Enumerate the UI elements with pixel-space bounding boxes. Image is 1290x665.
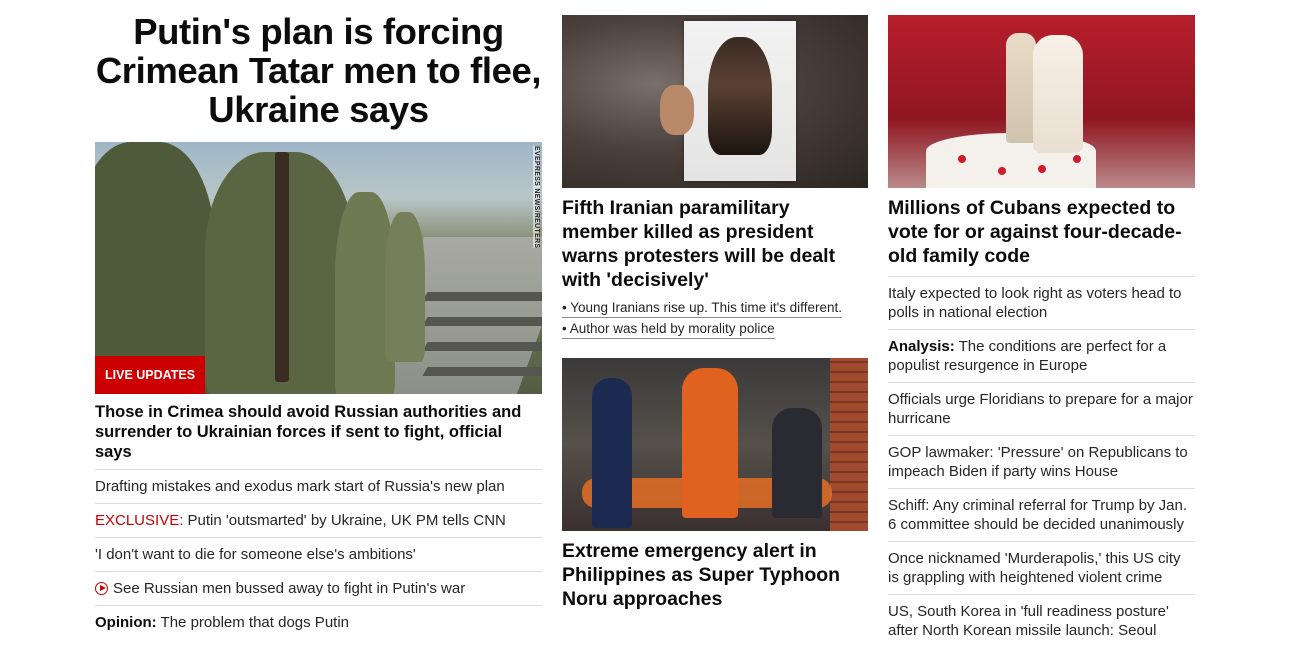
side-link[interactable]: GOP lawmaker: 'Pressure' on Republicans …	[888, 436, 1195, 489]
opinion-label: Opinion:	[95, 614, 157, 631]
bride-figurine-shape	[1033, 35, 1083, 153]
cuba-story-image[interactable]	[888, 15, 1195, 188]
lead-link[interactable]: EXCLUSIVE: Putin 'outsmarted' by Ukraine…	[95, 504, 542, 538]
portrait-shape	[708, 37, 772, 155]
hand-shape	[660, 85, 694, 135]
exclusive-label: EXCLUSIVE:	[95, 512, 184, 529]
play-icon	[95, 582, 108, 595]
lead-headline[interactable]: Putin's plan is forcing Crimean Tatar me…	[95, 12, 542, 129]
iran-story-title[interactable]: Fifth Iranian paramilitary member killed…	[562, 196, 868, 292]
decoration-dot	[1073, 155, 1081, 163]
philippines-story-image[interactable]	[562, 358, 868, 531]
road-shadow	[422, 292, 542, 301]
philippines-story-title[interactable]: Extreme emergency alert in Philippines a…	[562, 539, 868, 611]
person-shape	[772, 408, 822, 518]
side-link[interactable]: Schiff: Any criminal referral for Trump …	[888, 489, 1195, 542]
lead-subheadline[interactable]: Those in Crimea should avoid Russian aut…	[95, 402, 542, 470]
middle-column: Fifth Iranian paramilitary member killed…	[562, 0, 868, 611]
lead-story: Putin's plan is forcing Crimean Tatar me…	[95, 0, 542, 639]
lead-video-link[interactable]: See Russian men bussed away to fight in …	[95, 572, 542, 606]
analysis-label: Analysis:	[888, 338, 955, 355]
lead-link[interactable]: Opinion: The problem that dogs Putin	[95, 606, 542, 639]
road-shadow	[422, 317, 542, 326]
decoration-dot	[998, 167, 1006, 175]
iran-story-image[interactable]	[562, 15, 868, 188]
photo-credit: EVEPRESS NEWS/REUTERS	[533, 146, 540, 249]
lead-link[interactable]: 'I don't want to die for someone else's …	[95, 538, 542, 572]
right-column: Millions of Cubans expected to vote for …	[888, 0, 1195, 647]
soldier-figure	[385, 212, 425, 362]
person-shape	[682, 368, 738, 518]
road-shadow	[422, 342, 542, 351]
decoration-dot	[1038, 165, 1046, 173]
live-updates-badge[interactable]: LIVE UPDATES	[95, 356, 206, 394]
brick-wall-shape	[830, 358, 868, 531]
iran-related-link[interactable]: • Young Iranians rise up. This time it's…	[562, 299, 842, 318]
cuba-story-title[interactable]: Millions of Cubans expected to vote for …	[888, 196, 1195, 277]
person-shape	[592, 378, 632, 528]
groom-figurine-shape	[1006, 33, 1036, 143]
iran-related-link[interactable]: • Author was held by morality police	[562, 320, 775, 339]
side-link[interactable]: Italy expected to look right as voters h…	[888, 277, 1195, 330]
lead-story-image[interactable]: EVEPRESS NEWS/REUTERS LIVE UPDATES	[95, 142, 542, 394]
decoration-dot	[958, 155, 966, 163]
lead-link[interactable]: Drafting mistakes and exodus mark start …	[95, 470, 542, 504]
side-link[interactable]: Once nicknamed 'Murderapolis,' this US c…	[888, 542, 1195, 595]
side-link[interactable]: Officials urge Floridians to prepare for…	[888, 383, 1195, 436]
rifle-figure	[275, 152, 289, 382]
side-link[interactable]: US, South Korea in 'full readiness postu…	[888, 595, 1195, 647]
side-link[interactable]: Analysis: The conditions are perfect for…	[888, 330, 1195, 383]
road-shadow	[422, 367, 542, 376]
